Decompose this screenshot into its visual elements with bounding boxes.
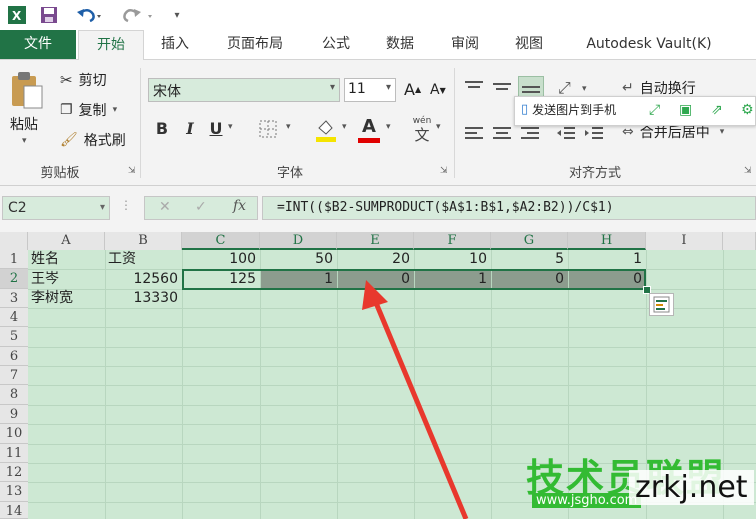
watermark-url: www.jsgho.com: [532, 493, 642, 508]
arrow-shaft: [371, 297, 469, 519]
annotation-arrow: [362, 280, 469, 519]
arrow-head: [362, 280, 388, 310]
watermark-site: zrkj.net: [629, 470, 754, 505]
